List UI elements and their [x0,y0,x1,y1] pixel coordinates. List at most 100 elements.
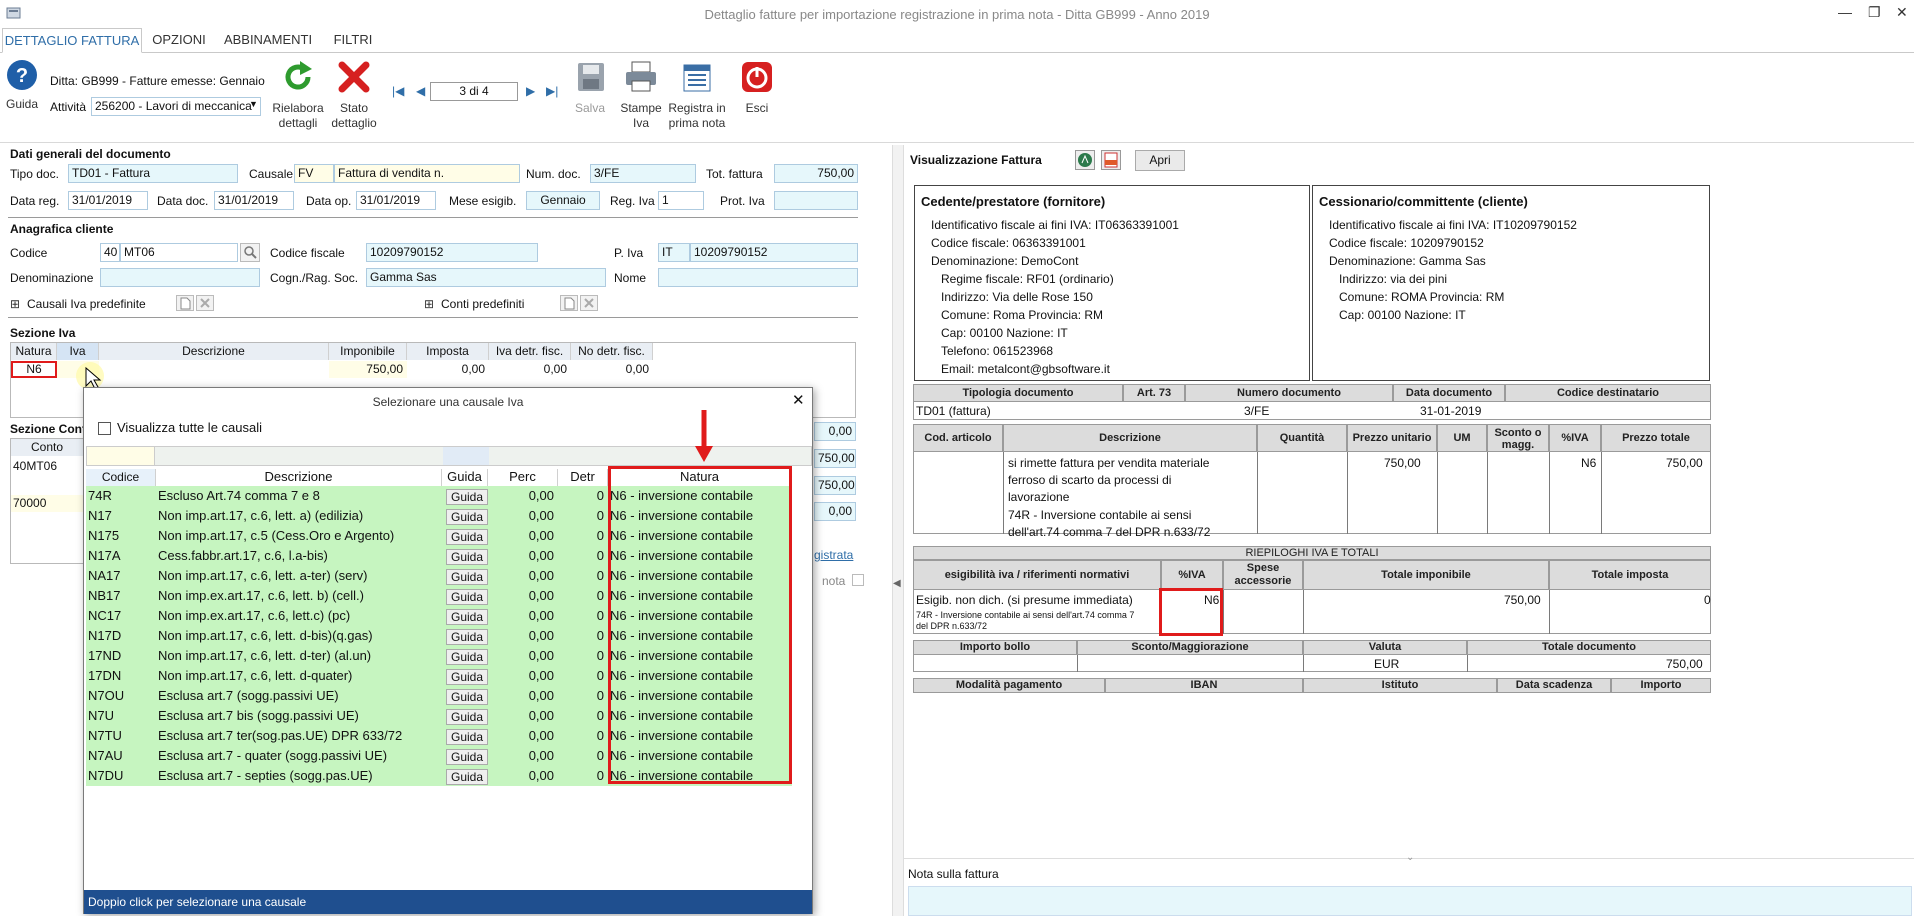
first-page-icon[interactable]: |◀ [392,84,404,98]
popup-close-button[interactable]: ✕ [792,391,805,409]
prev-page-icon[interactable]: ◀ [416,84,425,98]
tipo-doc-field[interactable]: TD01 - Fattura [68,164,238,183]
stato-dettaglio-button[interactable]: Stato dettaglio [326,59,382,131]
cognome-field[interactable]: Gamma Sas [366,268,606,287]
denominazione-field[interactable] [100,268,260,287]
conto-row-1[interactable]: 40MT06 [13,459,57,473]
tipologia-value: TD01 (fattura) [916,404,991,418]
expand-conti-icon[interactable]: ⊞ [424,297,434,311]
minimize-button[interactable]: — [1838,4,1852,20]
guida-row-button[interactable]: Guida [446,649,488,665]
salva-button[interactable]: Salva [570,59,610,116]
piva-field[interactable]: 10209790152 [690,243,858,262]
data-reg-field[interactable]: 31/01/2019 [68,191,148,210]
tab-abbinamenti[interactable]: ABBINAMENTI [218,28,318,53]
tab-filtri[interactable]: FILTRI [326,28,380,53]
pager-field[interactable]: 3 di 4 [430,82,518,101]
guida-row-button[interactable]: Guida [446,749,488,765]
new-doc-icon [564,297,575,310]
stampe-iva-button[interactable]: Stampe Iva [618,59,664,131]
guida-row-button[interactable]: Guida [446,629,488,645]
num-doc-label: Num. doc. [526,167,581,181]
conti-value-3[interactable]: 750,00 [814,476,856,495]
natura-cell[interactable]: N6 [11,361,57,378]
new-conto-button[interactable] [560,295,578,311]
guida-button[interactable]: ? Guida [4,59,40,112]
delete-conto-button[interactable] [580,295,598,311]
expand-causali-icon[interactable]: ⊞ [10,297,20,311]
guida-row-button[interactable]: Guida [446,549,488,565]
search-button[interactable] [240,243,260,262]
conti-value-4[interactable]: 0,00 [814,502,856,521]
guida-row-button[interactable]: Guida [446,729,488,745]
registrata-link[interactable]: gistrata [814,548,853,562]
imposta-cell[interactable]: 0,00 [407,361,489,378]
guida-row-button[interactable]: Guida [446,489,488,505]
pdf-button[interactable] [1101,150,1121,170]
splitter[interactable] [892,145,904,916]
guida-row-button[interactable]: Guida [446,509,488,525]
new-causale-button[interactable] [176,295,194,311]
data-op-field[interactable]: 31/01/2019 [356,191,436,210]
piva-country-field[interactable]: IT [658,243,690,262]
nota-field[interactable] [908,886,1912,916]
causale-detr: 0 [596,628,604,643]
registra-button[interactable]: Registra in prima nota [664,59,730,131]
visualizza-tutte-label[interactable]: Visualizza tutte le causali [117,420,262,435]
data-op-label: Data op. [306,194,352,208]
conti-value-2[interactable]: 750,00 [814,449,856,468]
guida-row-button[interactable]: Guida [446,769,488,785]
last-page-icon[interactable]: ▶| [546,84,558,98]
mese-esigib-field[interactable]: Gennaio [526,191,600,210]
codice-fiscale-field[interactable]: 10209790152 [366,243,538,262]
attivita-select[interactable]: 256200 - Lavori di meccanica [91,97,261,116]
guida-row-button[interactable]: Guida [446,709,488,725]
no-detr-cell[interactable]: 0,00 [571,361,653,378]
filter-input[interactable] [87,447,155,465]
tot-header: Valuta [1303,640,1467,655]
guida-row-button[interactable]: Guida [446,689,488,705]
conti-value-1[interactable]: 0,00 [814,422,856,441]
pag-header: Importo [1611,678,1711,693]
causale-perc: 0,00 [528,708,554,723]
codice-a-field[interactable]: 40 [100,243,120,262]
conti-predefiniti-label[interactable]: Conti predefiniti [441,297,524,311]
causale-desc-field[interactable]: Fattura di vendita n. [334,164,520,183]
rielabora-button[interactable]: Rielabora dettagli [270,59,326,131]
num-doc-field[interactable]: 3/FE [590,164,696,183]
visualizza-tutte-checkbox[interactable] [98,422,111,435]
esci-button[interactable]: Esci [738,59,776,116]
imponibile-cell[interactable]: 750,00 [329,361,407,378]
tab-opzioni[interactable]: OPZIONI [146,28,212,53]
prima-nota-checkbox[interactable] [852,574,864,586]
next-page-icon[interactable]: ▶ [526,84,535,98]
maximize-button[interactable]: ❐ [1868,4,1881,21]
causale-codice: N7U [88,708,115,723]
iva-detr-cell[interactable]: 0,00 [489,361,571,378]
tab-dettaglio-fattura[interactable]: DETTAGLIO FATTURA [2,28,142,53]
guida-row-button[interactable]: Guida [446,589,488,605]
apri-button[interactable]: Apri [1135,150,1185,171]
doc-header: Tipologia documento [913,384,1123,402]
causale-code-field[interactable]: FV [294,164,334,183]
window-title: Dettaglio fatture per importazione regis… [704,7,1210,22]
close-window-button[interactable]: ✕ [1896,4,1908,21]
data-doc-field[interactable]: 31/01/2019 [214,191,294,210]
cedente-line: Regime fiscale: RF01 (ordinario) [941,272,1114,286]
guida-row-button[interactable]: Guida [446,569,488,585]
iva-section-title: Sezione Iva [10,326,76,340]
nome-field[interactable] [658,268,858,287]
codice-b-field[interactable]: MT06 [120,243,238,262]
guida-row-button[interactable]: Guida [446,529,488,545]
conto-row-3[interactable]: 70000 [11,495,84,512]
causali-predefinite-label[interactable]: Causali Iva predefinite [27,297,146,311]
prot-iva-field[interactable] [774,191,858,210]
collapse-down-icon[interactable]: ⌄ [1406,852,1414,863]
guida-row-button[interactable]: Guida [446,669,488,685]
delete-causale-button[interactable] [196,295,214,311]
tot-fattura-field[interactable]: 750,00 [774,164,858,183]
view-mode-button[interactable] [1075,150,1095,170]
collapse-icon[interactable]: ◀ [893,578,901,589]
guida-row-button[interactable]: Guida [446,609,488,625]
reg-iva-select[interactable]: 1 [658,191,704,210]
